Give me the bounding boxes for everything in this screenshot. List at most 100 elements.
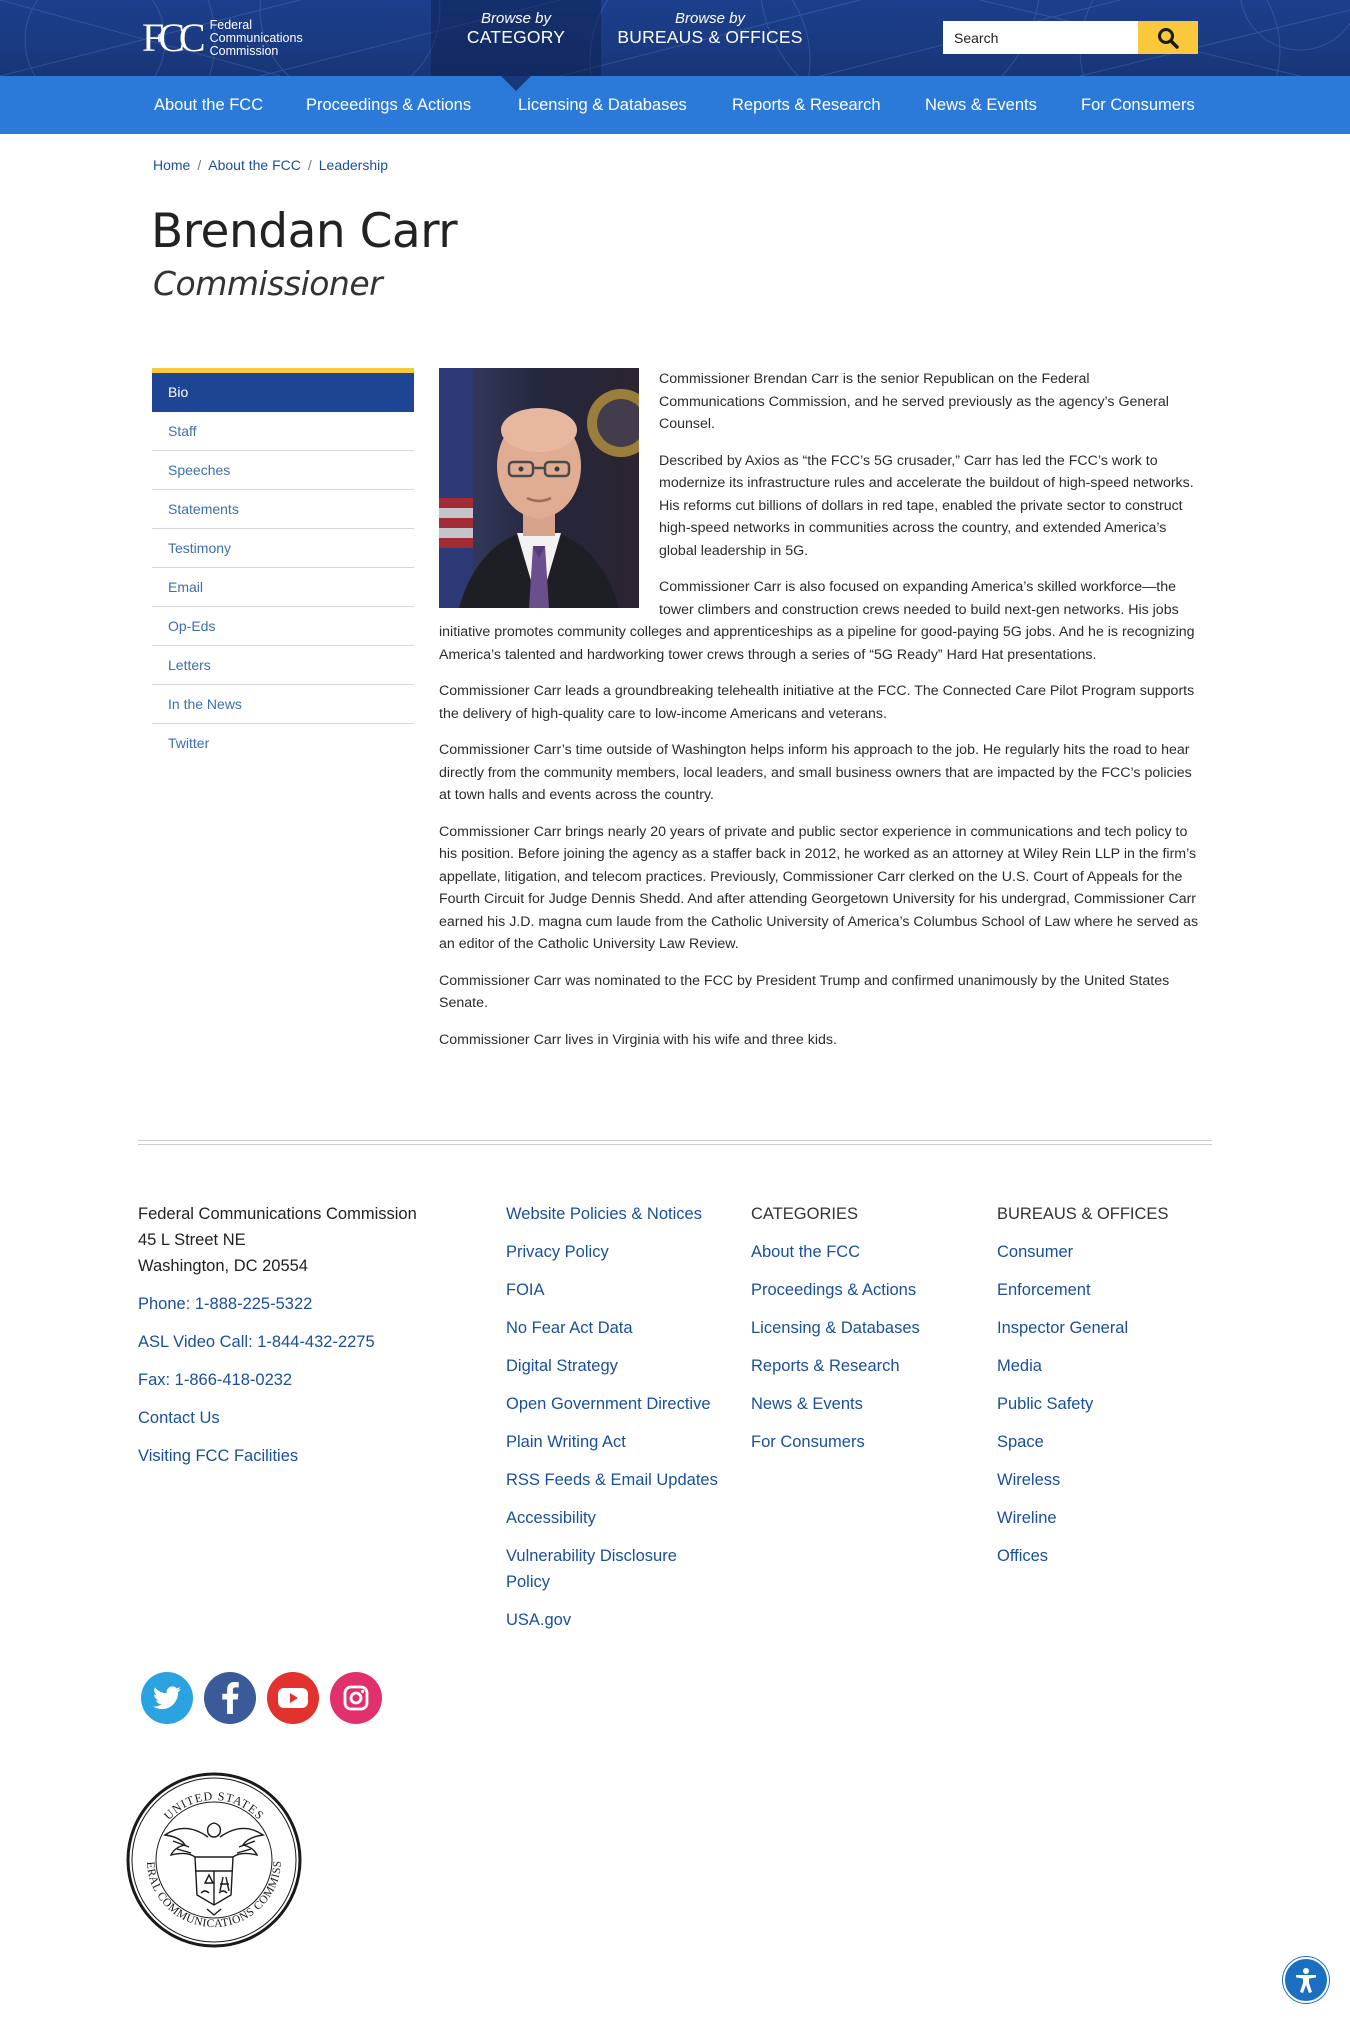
top-header: FCC Federal Communications Commission Br… — [0, 0, 1350, 76]
search-button[interactable] — [1138, 21, 1198, 54]
footer-bureau-link[interactable]: Media — [997, 1353, 1217, 1379]
footer-phone-link[interactable]: Phone: 1-888-225-5322 — [138, 1291, 468, 1317]
bio-paragraph-8: Commissioner Carr lives in Virginia with… — [439, 1031, 837, 1048]
nav-for-consumers[interactable]: For Consumers — [1081, 76, 1195, 134]
sidebar-item-op-eds[interactable]: Op-Eds — [152, 607, 414, 646]
footer-bureau-link[interactable]: Offices — [997, 1543, 1217, 1569]
sidebar-item-testimony[interactable]: Testimony — [152, 529, 414, 568]
footer-address-line: 45 L Street NE — [138, 1231, 246, 1249]
sidebar-nav: Bio Staff Speeches Statements Testimony … — [152, 368, 414, 763]
page-title: Brendan Carr — [151, 204, 458, 259]
portrait-image — [439, 368, 639, 608]
logo-text-line-2: Communications — [209, 30, 303, 45]
browse-by-category[interactable]: Browse by CATEGORY — [431, 0, 601, 76]
footer-divider — [138, 1140, 1212, 1141]
nav-licensing-databases[interactable]: Licensing & Databases — [518, 76, 687, 134]
sidebar-item-email[interactable]: Email — [152, 568, 414, 607]
logo-text-line-3: Commission — [209, 43, 279, 58]
footer-contact-column: Federal Communications Commission 45 L S… — [138, 1201, 468, 1481]
browse-category-prefix: Browse by — [480, 10, 552, 27]
browse-caret — [501, 76, 531, 91]
nav-proceedings-actions[interactable]: Proceedings & Actions — [306, 76, 471, 134]
footer-categories-heading: CATEGORIES — [751, 1205, 858, 1223]
bio-content: Commissioner Brendan Carr is the senior … — [439, 368, 1199, 1065]
footer-bureau-link[interactable]: Wireline — [997, 1505, 1217, 1531]
accessibility-icon — [1296, 1968, 1316, 1993]
sidebar-item-statements[interactable]: Statements — [152, 490, 414, 529]
footer-policy-link[interactable]: Privacy Policy — [506, 1239, 726, 1265]
footer-bureau-link[interactable]: Space — [997, 1429, 1217, 1455]
bio-paragraph-5: Commissioner Carr’s time outside of Wash… — [439, 742, 1192, 803]
instagram-link[interactable] — [330, 1672, 382, 1724]
sidebar-item-letters[interactable]: Letters — [152, 646, 414, 685]
page-subtitle: Commissioner — [153, 264, 383, 303]
search-input[interactable] — [943, 21, 1138, 54]
sidebar-item-bio[interactable]: Bio — [152, 373, 414, 412]
browse-by-bureaus[interactable]: Browse by BUREAUS & OFFICES — [610, 0, 810, 76]
footer-bureaus-column: BUREAUS & OFFICES Consumer Enforcement I… — [997, 1201, 1217, 1581]
facebook-link[interactable] — [204, 1672, 256, 1724]
footer-policy-link[interactable]: RSS Feeds & Email Updates — [506, 1467, 726, 1493]
footer-policy-link[interactable]: USA.gov — [506, 1607, 726, 1633]
footer-bureau-link[interactable]: Public Safety — [997, 1391, 1217, 1417]
footer-asl-video-link[interactable]: ASL Video Call: 1-844-432-2275 — [138, 1329, 468, 1355]
footer-category-link[interactable]: About the FCC — [751, 1239, 971, 1265]
sidebar-item-in-the-news[interactable]: In the News — [152, 685, 414, 724]
breadcrumb-leadership[interactable]: Leadership — [319, 157, 388, 173]
footer-policy-link[interactable]: Accessibility — [506, 1505, 726, 1531]
main-nav: About the FCC Proceedings & Actions Lice… — [0, 76, 1350, 134]
footer-category-link[interactable]: Licensing & Databases — [751, 1315, 971, 1341]
footer-bureau-link[interactable]: Consumer — [997, 1239, 1217, 1265]
footer-policy-link[interactable]: No Fear Act Data — [506, 1315, 726, 1341]
instagram-icon — [343, 1685, 369, 1711]
breadcrumb-home[interactable]: Home — [153, 157, 190, 173]
logo-text-line-1: Federal — [209, 17, 252, 32]
footer-policy-link[interactable]: Vulnerability Disclosure Policy — [506, 1543, 706, 1595]
footer-category-link[interactable]: Reports & Research — [751, 1353, 971, 1379]
footer-policy-column: Website Policies & Notices Privacy Polic… — [506, 1201, 726, 1645]
sidebar-item-staff[interactable]: Staff — [152, 412, 414, 451]
twitter-icon — [153, 1686, 181, 1710]
breadcrumb-separator: / — [307, 157, 312, 173]
bio-paragraph-7: Commissioner Carr was nominated to the F… — [439, 972, 1170, 1012]
bio-paragraph-4: Commissioner Carr leads a groundbreaking… — [439, 683, 1195, 722]
nav-about-the-fcc[interactable]: About the FCC — [154, 76, 263, 134]
fcc-logo[interactable]: FCC Federal Communications Commission — [142, 18, 303, 58]
footer-divider — [138, 1144, 1212, 1145]
accessibility-widget-button[interactable] — [1283, 1957, 1329, 2003]
footer-category-link[interactable]: News & Events — [751, 1391, 971, 1417]
footer-categories-column: CATEGORIES About the FCC Proceedings & A… — [751, 1201, 971, 1467]
twitter-link[interactable] — [141, 1672, 193, 1724]
youtube-icon — [278, 1688, 308, 1708]
footer-address-line: Washington, DC 20554 — [138, 1257, 308, 1275]
footer-policy-link[interactable]: Plain Writing Act — [506, 1429, 726, 1455]
footer-bureau-link[interactable]: Enforcement — [997, 1277, 1217, 1303]
footer-policy-link[interactable]: Website Policies & Notices — [506, 1201, 726, 1227]
fcc-seal: UNITED STATES FEDERAL COMMUNICATIONS COM… — [125, 1771, 302, 1948]
nav-reports-research[interactable]: Reports & Research — [732, 76, 881, 134]
footer-policy-link[interactable]: FOIA — [506, 1277, 726, 1303]
footer-fax-link[interactable]: Fax: 1-866-418-0232 — [138, 1367, 468, 1393]
footer-category-link[interactable]: For Consumers — [751, 1429, 971, 1455]
sidebar-item-twitter[interactable]: Twitter — [152, 724, 414, 763]
youtube-link[interactable] — [267, 1672, 319, 1724]
footer-bureau-link[interactable]: Inspector General — [997, 1315, 1217, 1341]
footer-policy-link[interactable]: Digital Strategy — [506, 1353, 726, 1379]
browse-bureaus-label: BUREAUS & OFFICES — [617, 27, 803, 47]
footer-contact-us-link[interactable]: Contact Us — [138, 1405, 468, 1431]
search-icon — [1158, 27, 1179, 49]
breadcrumb: Home / About the FCC / Leadership — [153, 157, 388, 173]
footer-visiting-facilities-link[interactable]: Visiting FCC Facilities — [138, 1443, 468, 1469]
footer-category-link[interactable]: Proceedings & Actions — [751, 1277, 971, 1303]
browse-category-label: CATEGORY — [466, 27, 566, 47]
browse-bureaus-prefix: Browse by — [674, 10, 746, 27]
bio-paragraph-6: Commissioner Carr brings nearly 20 years… — [439, 823, 1199, 953]
breadcrumb-about-the-fcc[interactable]: About the FCC — [208, 157, 301, 173]
footer-policy-link[interactable]: Open Government Directive — [506, 1391, 726, 1417]
footer-bureau-link[interactable]: Wireless — [997, 1467, 1217, 1493]
sidebar-item-speeches[interactable]: Speeches — [152, 451, 414, 490]
social-links — [141, 1672, 393, 1724]
nav-news-events[interactable]: News & Events — [925, 76, 1037, 134]
fcc-logo-mark: FCC — [142, 15, 206, 60]
commissioner-portrait — [439, 368, 639, 608]
